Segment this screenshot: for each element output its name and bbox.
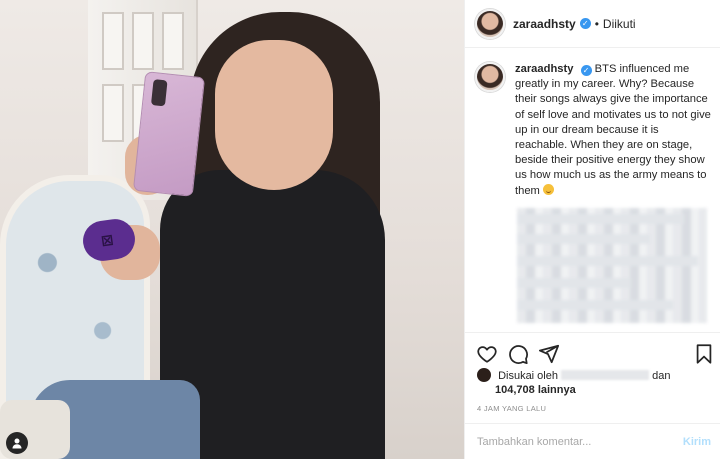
blurred-line (517, 214, 685, 224)
heart-icon[interactable] (476, 343, 498, 365)
caption-text: zaraadhsty ✓ BTS influenced me greatly i… (515, 62, 713, 199)
likes-count[interactable]: 104,708 (495, 384, 535, 396)
blurred-line (517, 300, 673, 310)
post-sidebar: zaraadhsty ✓ • Diikuti zaraadhsty ✓ BTS … (464, 0, 720, 459)
liked-by-label: Disukai oleh (498, 370, 558, 382)
caption-username-link[interactable]: zaraadhsty (515, 63, 573, 75)
blurred-hashtags (517, 208, 707, 323)
following-button[interactable]: Diikuti (603, 17, 636, 31)
avatar[interactable] (475, 62, 505, 92)
comment-bar: Kirim (465, 423, 720, 459)
person-face (215, 40, 333, 190)
door-pane (162, 12, 184, 70)
bts-logo: ⊠ (99, 230, 115, 251)
phone-camera (150, 79, 168, 107)
caption-body: BTS influenced me greatly in my career. … (515, 63, 711, 197)
user-tag-icon[interactable] (6, 432, 28, 454)
blurred-liker-name (561, 370, 650, 380)
verified-badge-icon: ✓ (579, 18, 591, 29)
door-pane (102, 12, 124, 70)
likes-summary: Disukai oleh dan 104,708 lainnya (477, 368, 713, 397)
post-timestamp[interactable]: 4 JAM YANG LALU (477, 404, 546, 413)
blurred-line (517, 234, 650, 244)
blurred-line (517, 256, 698, 266)
separator-dot: • (594, 16, 599, 31)
send-comment-button[interactable]: Kirim (683, 436, 711, 448)
likes-count-suffix[interactable]: lainnya (538, 384, 576, 396)
door-pane (132, 12, 154, 70)
caption: zaraadhsty ✓ BTS influenced me greatly i… (475, 62, 715, 199)
door-pane (102, 84, 124, 142)
liker-avatar[interactable] (477, 368, 491, 382)
share-icon[interactable] (538, 343, 560, 365)
bookmark-icon[interactable] (693, 343, 715, 365)
comment-icon[interactable] (507, 343, 529, 365)
comment-input[interactable] (477, 435, 657, 448)
post-header: zaraadhsty ✓ • Diikuti (465, 0, 720, 48)
smiling-face-emoji-icon (542, 183, 554, 195)
username-link[interactable]: zaraadhsty (513, 17, 576, 31)
blurred-line (517, 278, 631, 288)
and-label: dan (652, 370, 671, 382)
post-photo[interactable]: ⊠ (0, 0, 464, 459)
action-bar (465, 332, 720, 372)
verified-badge-icon: ✓ (580, 65, 592, 76)
purple-phone (132, 71, 206, 197)
avatar[interactable] (475, 8, 505, 39)
